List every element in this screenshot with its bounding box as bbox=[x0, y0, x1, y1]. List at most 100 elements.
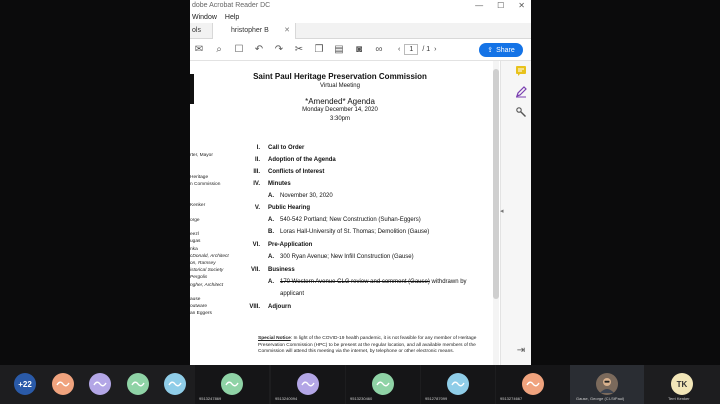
agenda-number: II. bbox=[254, 157, 260, 163]
participant-name: Gause, George (CI-StPaul) bbox=[576, 396, 625, 401]
scissors-icon[interactable]: ✂ bbox=[292, 43, 306, 57]
agenda-number: V. bbox=[254, 205, 260, 211]
agenda-number: VI. bbox=[252, 242, 260, 248]
agenda-number: I. bbox=[256, 145, 260, 151]
tab-document-label: hristopher B bbox=[231, 27, 269, 34]
close-icon[interactable]: ✕ bbox=[518, 0, 525, 12]
tab-document[interactable]: hristopher B ✕ bbox=[212, 23, 296, 39]
participant-avatar bbox=[372, 373, 394, 395]
member-line: Kenker bbox=[190, 203, 206, 209]
commission-members-list: rter, Mayor Heritage n Commission Kenker … bbox=[190, 152, 230, 318]
maximize-icon[interactable]: ☐ bbox=[497, 0, 504, 12]
participant-initials[interactable]: TK bbox=[671, 373, 693, 395]
member-line: Heritage bbox=[190, 174, 209, 180]
window-title: dobe Acrobat Reader DC bbox=[192, 2, 271, 9]
member-line: on, Ramsey bbox=[190, 261, 216, 267]
participant-name: 9513274667 bbox=[500, 396, 523, 401]
member-line bbox=[190, 166, 230, 173]
expand-panel-icon[interactable]: ⇥ bbox=[514, 344, 528, 358]
member-line: rter, Mayor bbox=[190, 153, 213, 158]
participant-avatar[interactable] bbox=[127, 373, 149, 395]
page-input[interactable]: 1 bbox=[404, 44, 419, 55]
page-indicator: ‹ 1 / 1 › bbox=[398, 44, 436, 55]
agenda-heading: Minutes bbox=[268, 181, 291, 187]
agenda-sub-letter: A. bbox=[268, 217, 274, 223]
tab-tools[interactable]: ols bbox=[190, 23, 212, 39]
withdrawn-note-cont: applicant bbox=[280, 291, 305, 297]
agenda-heading: Business bbox=[268, 267, 295, 273]
participant-name: 9513247869 bbox=[199, 396, 222, 401]
mail-icon[interactable]: ✉ bbox=[192, 43, 206, 57]
agenda-sub-item: November 30, 2020 bbox=[280, 193, 333, 199]
meeting-type: Virtual Meeting bbox=[320, 83, 360, 89]
page-next-icon[interactable]: › bbox=[434, 46, 436, 53]
participant-photo bbox=[596, 373, 618, 395]
tools-icon[interactable] bbox=[514, 106, 528, 120]
menu-help[interactable]: Help bbox=[225, 12, 239, 23]
agenda-sub-item: 540-542 Portland; New Construction (Suha… bbox=[280, 217, 421, 223]
undo-icon[interactable]: ↶ bbox=[252, 43, 266, 57]
sign-icon[interactable] bbox=[514, 65, 528, 79]
agenda-heading: Pre-Application bbox=[268, 242, 313, 248]
notice-label: Special Notice bbox=[258, 336, 291, 341]
redo-icon[interactable]: ↷ bbox=[272, 43, 286, 57]
member-line: ause bbox=[190, 297, 201, 303]
participant-avatar[interactable] bbox=[89, 373, 111, 395]
member-line: nka bbox=[190, 246, 198, 252]
agenda-number: III. bbox=[253, 169, 260, 175]
member-line: orge bbox=[190, 217, 200, 223]
share-button[interactable]: ⇪ Share bbox=[479, 43, 523, 57]
more-participants-button[interactable]: +22 bbox=[14, 373, 36, 395]
member-line: ngher, Architect bbox=[190, 282, 224, 288]
document-icon[interactable]: ▤ bbox=[332, 43, 346, 57]
agenda-sub-letter: B. bbox=[268, 229, 274, 235]
participant-avatar[interactable] bbox=[164, 373, 186, 395]
scroll-thumb[interactable] bbox=[493, 69, 499, 299]
org-title: Saint Paul Heritage Preservation Commiss… bbox=[253, 72, 427, 81]
agenda-title: *Amended* Agenda bbox=[305, 97, 375, 106]
agenda-sub-item: 300 Ryan Avenue; New Infill Construction… bbox=[280, 254, 414, 260]
agenda-sub-item: Loras Hall-University of St. Thomas; Dem… bbox=[280, 229, 430, 235]
agenda-sub-letter: A. bbox=[268, 254, 274, 260]
page-prev-icon[interactable]: ‹ bbox=[398, 46, 400, 53]
participant-avatar bbox=[297, 373, 319, 395]
member-line: istorical Society bbox=[190, 268, 224, 274]
agenda-number: IV. bbox=[253, 181, 260, 187]
member-line: eezl bbox=[190, 232, 199, 238]
meeting-time: 3:30pm bbox=[329, 116, 350, 122]
agenda-number: VIII. bbox=[249, 304, 260, 310]
camera-icon[interactable]: ◙ bbox=[352, 43, 366, 57]
tab-bar: ols hristopher B ✕ bbox=[190, 23, 531, 39]
special-notice: Special Notice: In light of the COVID-19… bbox=[258, 336, 480, 356]
member-line bbox=[190, 188, 230, 195]
title-bar: dobe Acrobat Reader DC — ☐ ✕ bbox=[190, 0, 531, 12]
member-line: Pergolis bbox=[190, 275, 208, 281]
member-line bbox=[190, 159, 230, 166]
participant-name: 9512787099 bbox=[425, 396, 448, 401]
menu-window[interactable]: Window bbox=[192, 12, 217, 23]
member-line: n Commission bbox=[190, 181, 221, 187]
menu-bar: Window Help bbox=[190, 12, 531, 23]
search-icon[interactable]: ⌕ bbox=[212, 43, 226, 57]
vertical-scrollbar[interactable] bbox=[493, 61, 499, 365]
binoculars-icon[interactable]: ∞ bbox=[372, 43, 386, 57]
agenda-heading: Public Hearing bbox=[268, 205, 311, 211]
participant-avatar bbox=[221, 373, 243, 395]
member-line bbox=[190, 289, 230, 296]
comment-icon[interactable]: ☐ bbox=[232, 43, 246, 57]
share-label: Share bbox=[496, 46, 515, 54]
participant-avatar bbox=[522, 373, 544, 395]
edit-pdf-icon[interactable] bbox=[514, 86, 528, 100]
minimize-icon[interactable]: — bbox=[475, 0, 483, 12]
collapse-panel-icon[interactable]: ◂ bbox=[500, 207, 504, 215]
member-line bbox=[190, 195, 230, 202]
clipboard-icon[interactable]: ❐ bbox=[312, 43, 326, 57]
member-line: outware bbox=[190, 304, 208, 310]
close-tab-icon[interactable]: ✕ bbox=[284, 23, 290, 39]
member-line bbox=[190, 224, 230, 231]
participant-avatar[interactable] bbox=[52, 373, 74, 395]
participant-name: 9513240094 bbox=[275, 396, 298, 401]
share-icon: ⇪ bbox=[487, 47, 494, 54]
member-line bbox=[190, 210, 230, 217]
toolbar: ✉ ⌕ ☐ ↶ ↷ ✂ ❐ ▤ ◙ ∞ ‹ 1 / 1 › ⇪ Share bbox=[190, 39, 531, 61]
